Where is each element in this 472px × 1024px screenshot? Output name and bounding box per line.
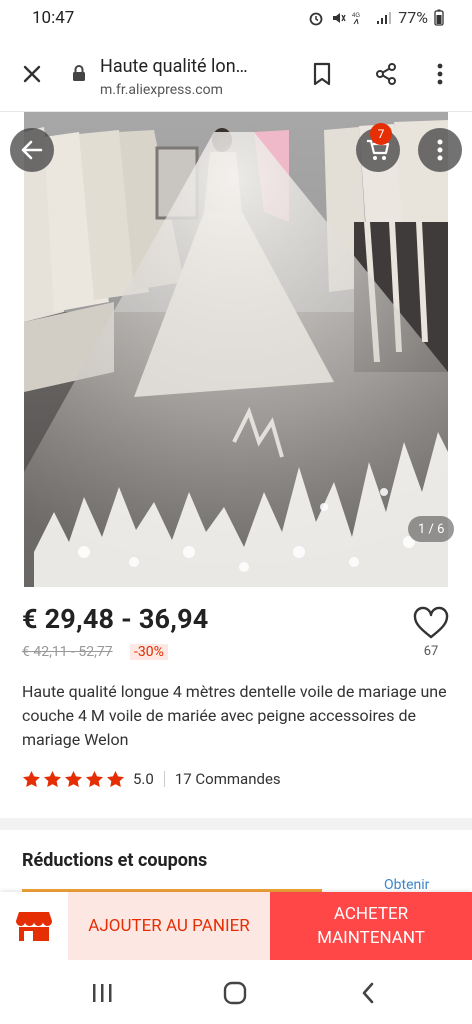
recent-apps-button[interactable] bbox=[82, 976, 122, 1010]
status-icons: 4G 77% bbox=[308, 8, 444, 27]
bookmark-button[interactable] bbox=[306, 58, 338, 90]
orders-count: 17 Commandes bbox=[174, 770, 281, 788]
wedding-veil-photo bbox=[24, 112, 448, 587]
star-icon bbox=[106, 770, 125, 788]
buy-now-button[interactable]: ACHETER MAINTENANT bbox=[270, 892, 472, 960]
close-button[interactable] bbox=[14, 56, 50, 92]
discount-badge: -30% bbox=[130, 644, 168, 660]
image-counter: 1 / 6 bbox=[408, 516, 455, 542]
back-button[interactable] bbox=[10, 128, 54, 172]
original-price: € 42,11 - 52,77 bbox=[22, 644, 113, 660]
wishlist-button[interactable] bbox=[412, 606, 450, 642]
signal-4g-icon: 4G bbox=[352, 13, 361, 24]
product-more-button[interactable] bbox=[418, 128, 462, 172]
star-icon bbox=[64, 770, 83, 788]
coupons-title: Réductions et coupons bbox=[22, 850, 208, 871]
chevron-left-icon bbox=[362, 982, 374, 1004]
close-icon bbox=[23, 65, 41, 83]
lock-icon bbox=[73, 65, 85, 81]
heart-icon bbox=[413, 606, 449, 639]
more-icon bbox=[437, 63, 443, 85]
system-nav-bar bbox=[0, 960, 472, 1024]
rating-stars bbox=[22, 770, 125, 788]
status-bar: 10:47 4G 77% bbox=[0, 0, 472, 40]
alarm-icon bbox=[309, 12, 323, 25]
section-divider bbox=[0, 818, 472, 830]
status-time: 10:47 bbox=[32, 8, 75, 28]
store-button[interactable] bbox=[0, 892, 68, 960]
cart-count-badge: 7 bbox=[370, 123, 392, 145]
bottom-action-bar: AJOUTER AU PANIER ACHETER MAINTENANT bbox=[0, 892, 472, 960]
star-icon bbox=[43, 770, 62, 788]
bookmark-icon bbox=[313, 62, 331, 86]
price-range: € 29,48 - 36,94 bbox=[22, 603, 209, 635]
star-icon bbox=[22, 770, 41, 788]
add-to-cart-button[interactable]: AJOUTER AU PANIER bbox=[68, 892, 270, 960]
signal-icon bbox=[377, 11, 392, 24]
mute-icon bbox=[333, 12, 346, 23]
battery-level: 77% bbox=[398, 8, 428, 27]
product-image[interactable] bbox=[24, 112, 448, 587]
more-menu-button[interactable] bbox=[424, 58, 456, 90]
rating-row[interactable]: 5.0 17 Commandes bbox=[22, 770, 281, 788]
browser-toolbar: Haute qualité lon… m.fr.aliexpress.com bbox=[0, 40, 472, 112]
svg-text:4G: 4G bbox=[352, 13, 360, 19]
star-icon bbox=[85, 770, 104, 788]
back-icon bbox=[21, 140, 43, 160]
page-title[interactable]: Haute qualité lon… bbox=[100, 56, 290, 77]
home-icon bbox=[223, 981, 247, 1005]
rating-value: 5.0 bbox=[133, 770, 154, 788]
obtain-coupon-link[interactable]: Obtenir bbox=[384, 877, 429, 893]
screen: 10:47 4G 77% Haute qualité lon… m.fr.ali… bbox=[0, 0, 472, 1024]
more-icon bbox=[437, 139, 443, 161]
recent-apps-icon bbox=[93, 984, 112, 1002]
home-button[interactable] bbox=[215, 976, 255, 1010]
battery-icon bbox=[434, 9, 444, 26]
wishlist-count: 67 bbox=[423, 644, 439, 659]
store-icon bbox=[16, 912, 52, 941]
share-icon bbox=[376, 63, 396, 85]
rating-divider bbox=[163, 771, 165, 787]
page-url[interactable]: m.fr.aliexpress.com bbox=[100, 82, 223, 98]
product-title: Haute qualité longue 4 mètres dentelle v… bbox=[22, 682, 447, 749]
share-button[interactable] bbox=[370, 58, 402, 90]
system-back-button[interactable] bbox=[348, 976, 388, 1010]
